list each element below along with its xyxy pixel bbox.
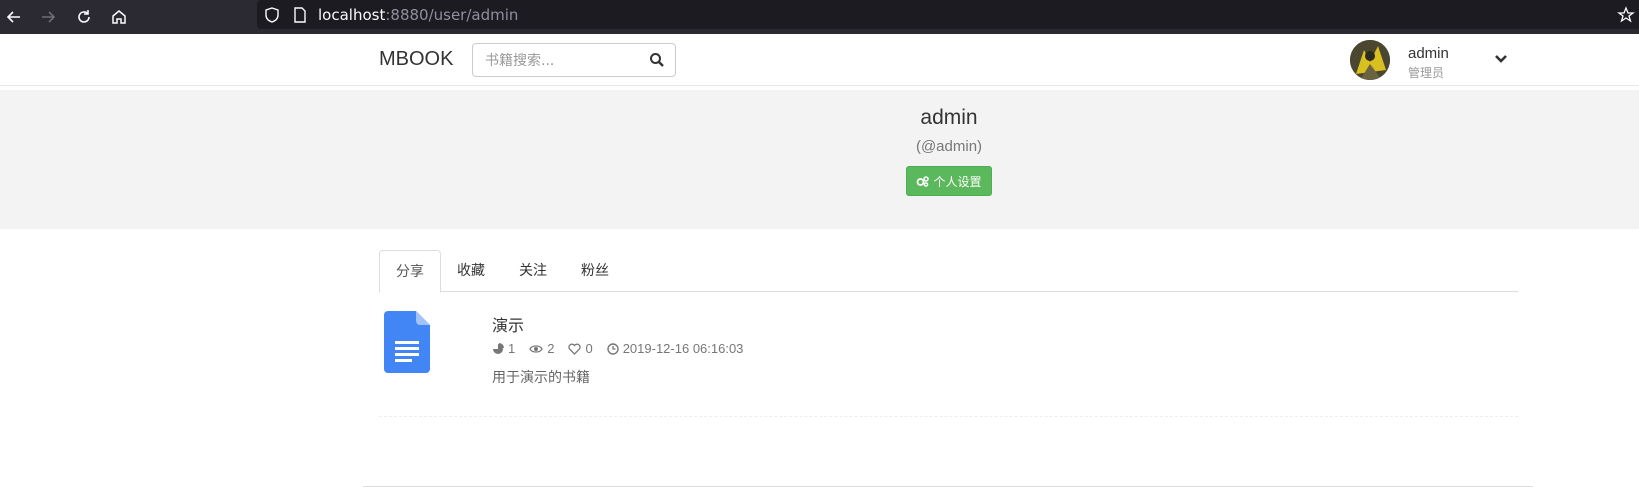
publish-date-value: 2019-12-16 06:16:03	[622, 341, 744, 356]
like-count-value: 0	[585, 341, 593, 356]
tab-followers[interactable]: 粉丝	[565, 250, 625, 292]
profile-handle: (@admin)	[915, 138, 983, 155]
site-header: MBOOK admin 管理员	[0, 34, 1639, 86]
footer-divider	[363, 486, 1533, 487]
avatar-image	[1350, 40, 1390, 80]
heart-icon	[568, 343, 582, 355]
brand-logo[interactable]: MBOOK	[379, 48, 453, 71]
view-count-value: 2	[547, 341, 555, 356]
avatar[interactable]	[1350, 40, 1390, 80]
reload-button[interactable]	[72, 5, 96, 29]
like-count: 0	[568, 341, 593, 356]
url-text: localhost:8880/user/admin	[318, 6, 518, 24]
settings-button[interactable]: 个人设置	[906, 166, 992, 196]
clock-icon	[607, 342, 619, 355]
home-icon	[112, 10, 126, 24]
share-count: 1	[492, 341, 515, 356]
gears-icon	[917, 175, 930, 187]
eye-icon	[529, 344, 543, 353]
book-meta: 1 2 0 2019-12-16 06:16:03	[492, 341, 743, 356]
book-description: 用于演示的书籍	[492, 370, 590, 386]
search-input[interactable]	[485, 51, 645, 71]
profile-name: admin	[920, 106, 978, 129]
tab-share[interactable]: 分享	[379, 250, 441, 293]
browser-toolbar: localhost:8880/user/admin	[0, 0, 1639, 34]
arrow-left-icon	[6, 11, 20, 23]
url-path: :8880/user/admin	[385, 6, 519, 24]
tab-following[interactable]: 关注	[503, 250, 563, 292]
share-count-value: 1	[508, 341, 516, 356]
tab-bar: 分享 收藏 关注 粉丝	[379, 250, 1518, 293]
tab-favorites[interactable]: 收藏	[441, 250, 501, 292]
back-button[interactable]	[2, 5, 26, 29]
view-count: 2	[529, 341, 554, 356]
shield-icon	[265, 7, 279, 23]
profile-banner: admin (@admin) 个人设置	[0, 90, 1639, 229]
search-box	[472, 43, 676, 77]
url-host: localhost	[318, 6, 386, 24]
home-button[interactable]	[107, 5, 131, 29]
user-name[interactable]: admin	[1408, 45, 1449, 62]
user-role: 管理员	[1408, 66, 1445, 80]
reload-icon	[78, 10, 90, 23]
publish-date: 2019-12-16 06:16:03	[607, 341, 744, 356]
list-item: 演示 1 2 0 2019-12-16 06:16:03 用于演示的书籍	[379, 305, 1518, 417]
document-icon[interactable]	[384, 311, 430, 373]
chevron-down-icon[interactable]	[1493, 50, 1509, 66]
page-icon	[294, 7, 306, 23]
pie-chart-icon	[493, 342, 504, 354]
arrow-right-icon	[42, 11, 56, 23]
forward-button[interactable]	[36, 5, 60, 29]
settings-button-label: 个人设置	[933, 174, 982, 189]
book-title[interactable]: 演示	[492, 312, 524, 336]
search-icon[interactable]	[649, 52, 665, 68]
bookmark-star-icon[interactable]	[1617, 6, 1635, 24]
